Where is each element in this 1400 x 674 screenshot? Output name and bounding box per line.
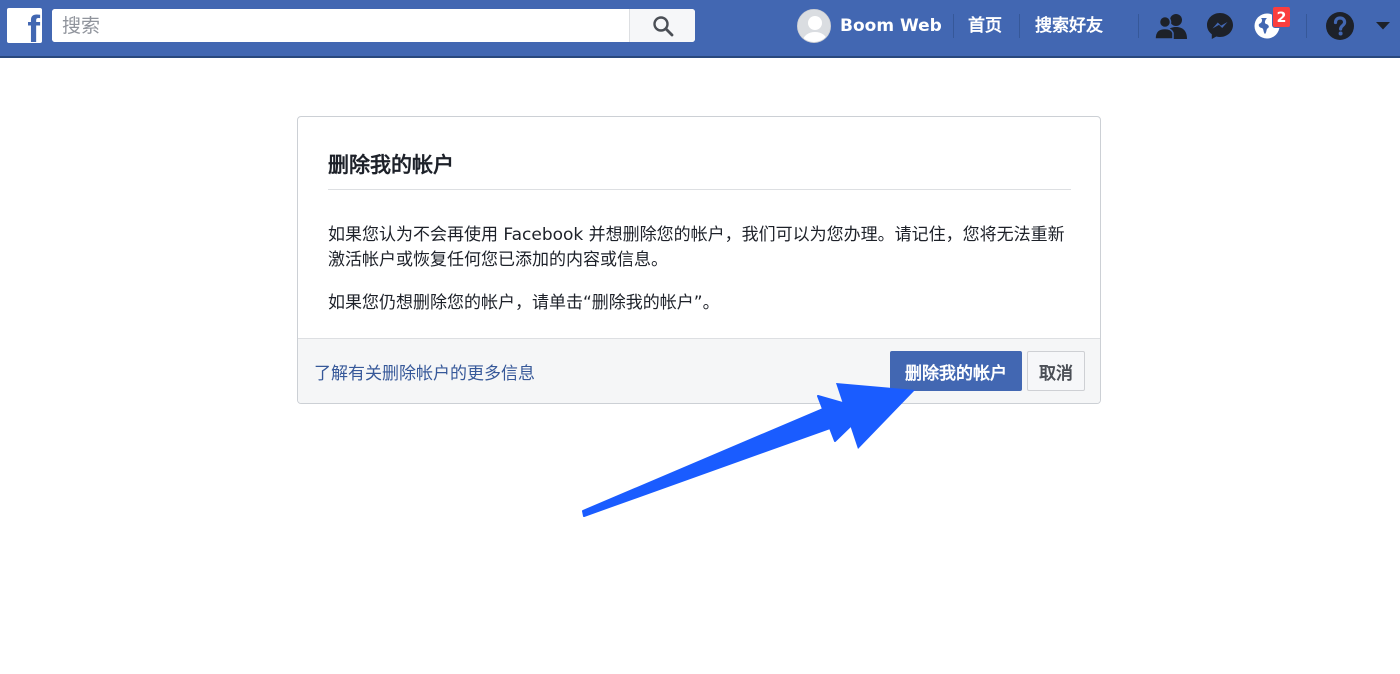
dialog-divider xyxy=(328,189,1071,190)
notification-count-badge: 2 xyxy=(1272,6,1291,28)
nav-find-friends-link[interactable]: 搜索好友 xyxy=(1035,14,1103,38)
dialog-footer: 了解有关删除帐户的更多信息 删除我的帐户 取消 xyxy=(298,338,1100,403)
nav-divider xyxy=(953,14,954,38)
profile-link[interactable]: Boom Web xyxy=(797,9,942,43)
profile-name: Boom Web xyxy=(840,16,942,36)
nav-home-link[interactable]: 首页 xyxy=(968,14,1002,38)
search-icon xyxy=(652,15,673,36)
top-navigation-bar: f Boom Web 首页 搜索好友 xyxy=(0,0,1400,58)
cancel-button[interactable]: 取消 xyxy=(1027,351,1085,391)
messenger-button[interactable] xyxy=(1203,10,1237,42)
avatar xyxy=(797,9,831,43)
dialog-title: 删除我的帐户 xyxy=(328,153,454,177)
learn-more-link[interactable]: 了解有关删除帐户的更多信息 xyxy=(314,359,535,384)
facebook-logo[interactable]: f xyxy=(7,8,42,43)
dialog-warning-text: 如果您认为不会再使用 Facebook 并想删除您的帐户，我们可以为您办理。请记… xyxy=(328,225,1065,270)
search-box xyxy=(52,9,695,42)
search-button[interactable] xyxy=(629,9,695,42)
dialog-instruction-text: 如果您仍想删除您的帐户，请单击“删除我的帐户”。 xyxy=(328,293,720,313)
search-input[interactable] xyxy=(52,9,629,42)
delete-account-dialog: 删除我的帐户 如果您认为不会再使用 Facebook 并想删除您的帐户，我们可以… xyxy=(297,116,1101,404)
facebook-logo-letter: f xyxy=(27,9,40,43)
friend-requests-icon xyxy=(1154,14,1187,40)
help-icon xyxy=(1326,12,1354,40)
nav-divider xyxy=(1138,14,1139,38)
delete-my-account-button[interactable]: 删除我的帐户 xyxy=(890,351,1022,391)
friend-requests-button[interactable] xyxy=(1154,10,1188,42)
default-avatar-icon xyxy=(798,10,830,42)
messenger-icon xyxy=(1207,13,1233,39)
help-button[interactable] xyxy=(1323,10,1357,42)
account-menu-button[interactable] xyxy=(1368,10,1398,42)
nav-divider xyxy=(1306,14,1307,38)
nav-divider xyxy=(1019,14,1020,38)
caret-down-icon xyxy=(1376,22,1390,30)
